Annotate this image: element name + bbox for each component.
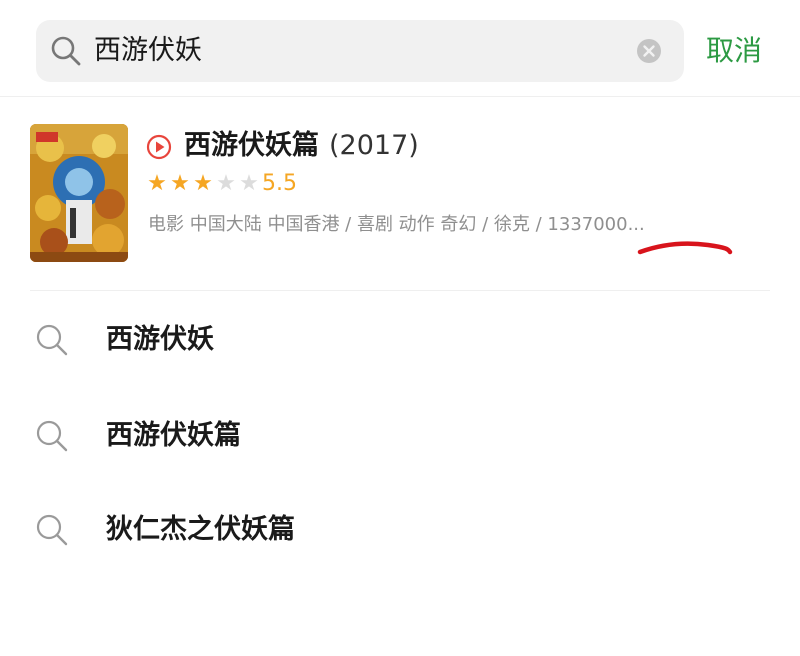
search-icon [36, 324, 68, 356]
movie-meta: 电影 中国大陆 中国香港 / 喜剧 动作 奇幻 / 徐克 / 1337000..… [148, 214, 645, 235]
divider [30, 290, 770, 291]
star-rating: ★ ★ ★ ★ ★ [146, 172, 260, 196]
movie-name: 西游伏妖篇 [184, 130, 319, 161]
movie-poster [30, 124, 128, 262]
search-icon [36, 420, 68, 452]
star-empty-icon: ★ [216, 171, 236, 196]
movie-result-card[interactable]: 西游伏妖篇 (2017) ★ ★ ★ ★ ★ 5.5 电影 中国大陆 中国香港 / 喜剧 … [30, 124, 770, 264]
cancel-button[interactable]: 取消 [706, 34, 762, 68]
search-input[interactable]: 西游伏妖 [94, 34, 202, 68]
clear-icon[interactable] [636, 38, 662, 64]
movie-title: 西游伏妖篇 (2017) [184, 128, 419, 164]
search-bar[interactable]: 西游伏妖 [36, 20, 684, 82]
movie-year: (2017) [329, 130, 419, 161]
star-filled-icon: ★ [147, 171, 167, 196]
suggestion-item[interactable]: 狄仁杰之伏妖篇 [30, 500, 770, 560]
suggestion-label: 西游伏妖篇 [106, 420, 241, 451]
red-annotation-underline [637, 241, 733, 255]
rating-score: 5.5 [262, 171, 297, 196]
suggestion-label: 西游伏妖 [106, 324, 214, 355]
star-filled-icon: ★ [170, 171, 190, 196]
search-icon [51, 36, 81, 66]
divider [0, 96, 800, 97]
suggestion-label: 狄仁杰之伏妖篇 [106, 514, 295, 545]
search-icon [36, 514, 68, 546]
play-icon [146, 134, 172, 160]
star-empty-icon: ★ [239, 171, 259, 196]
suggestion-item[interactable]: 西游伏妖篇 [30, 406, 770, 466]
star-filled-icon: ★ [193, 171, 213, 196]
suggestion-item[interactable]: 西游伏妖 [30, 310, 770, 370]
